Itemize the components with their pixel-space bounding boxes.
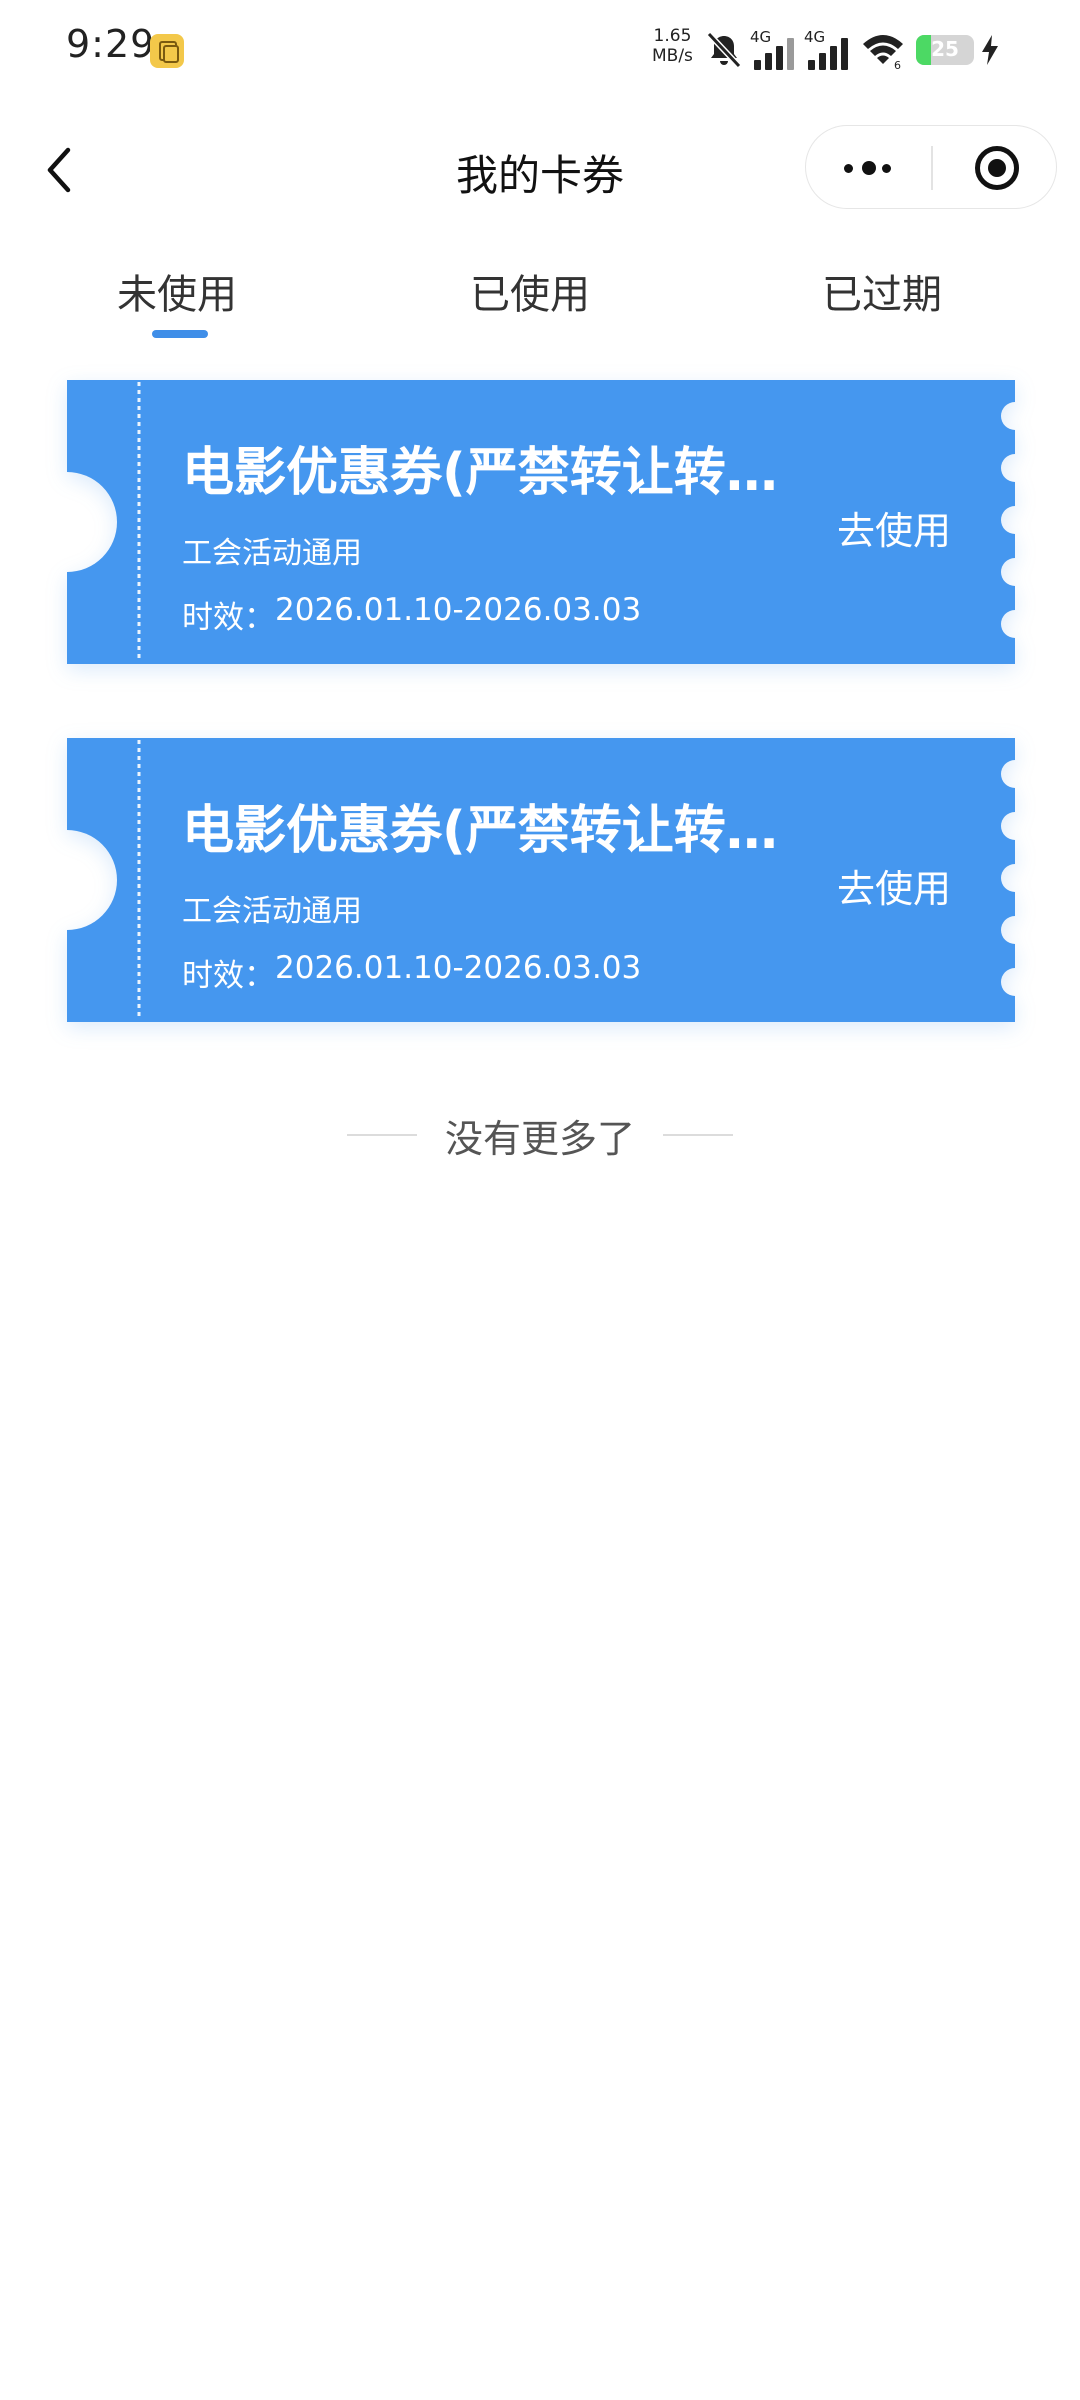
- nav-bar: 我的卡券: [0, 120, 1080, 220]
- validity-range: 2026.01.10-2026.03.03: [275, 592, 642, 628]
- battery-icon: 25: [916, 35, 974, 65]
- validity-label: 时效：: [182, 958, 275, 994]
- status-icons: 4G 4G 6 25: [700, 28, 1000, 72]
- coupon-scope: 工会活动通用: [182, 894, 362, 929]
- coupon-card[interactable]: 电影优惠券(严禁转让转卖) 工会活动通用 时效： 2026.01.10-2026…: [67, 738, 1015, 1022]
- wifi-label: 6: [894, 59, 901, 70]
- signal-label: 4G: [804, 28, 826, 46]
- coupon-validity: 时效： 2026.01.10-2026.03.03: [182, 950, 641, 995]
- more-dots-icon: [844, 160, 894, 176]
- status-bar: 9:29 1.65 MB/s 4G 4G 6 25: [0, 0, 1080, 100]
- coupon-card[interactable]: 电影优惠券(严禁转让转卖) 工会活动通用 时效： 2026.01.10-2026…: [67, 380, 1015, 664]
- more-button[interactable]: [806, 126, 931, 210]
- validity-label: 时效：: [182, 600, 275, 636]
- network-speed: 1.65 MB/s: [652, 26, 693, 66]
- app-notification-icon: [150, 34, 184, 68]
- tab-expired[interactable]: 已过期: [782, 262, 982, 320]
- coupon-title: 电影优惠券(严禁转让转卖): [182, 443, 787, 503]
- target-icon: [975, 146, 1019, 190]
- divider-line: [663, 1134, 733, 1136]
- status-time: 9:29: [66, 22, 156, 66]
- no-more-text: 没有更多了: [444, 1116, 635, 1161]
- signal-label: 4G: [750, 28, 772, 46]
- active-tab-indicator: [152, 330, 208, 338]
- divider-line: [346, 1134, 417, 1136]
- tab-unused[interactable]: 未使用: [77, 262, 277, 320]
- mini-program-capsule: [805, 125, 1057, 209]
- signal-strength-icon: 4G: [804, 28, 852, 72]
- validity-range: 2026.01.10-2026.03.03: [275, 950, 642, 986]
- network-speed-unit: MB/s: [652, 46, 693, 66]
- coupon-scope: 工会活动通用: [182, 536, 362, 571]
- use-coupon-button[interactable]: 去使用: [837, 500, 951, 555]
- battery-level: 25: [931, 37, 959, 61]
- tab-used[interactable]: 已使用: [430, 262, 630, 320]
- signal-strength-icon: 4G: [750, 28, 798, 72]
- coupon-validity: 时效： 2026.01.10-2026.03.03: [182, 592, 641, 637]
- coupon-status-tabs: 未使用 已使用 已过期: [0, 250, 1080, 350]
- bell-muted-icon: [706, 31, 742, 69]
- use-coupon-button[interactable]: 去使用: [837, 858, 951, 913]
- coupon-title: 电影优惠券(严禁转让转卖): [182, 801, 787, 861]
- charging-bolt-icon: [982, 35, 998, 65]
- end-of-list: 没有更多了: [0, 1105, 1080, 1165]
- close-mini-program-button[interactable]: [933, 126, 1058, 210]
- wifi-icon: 6: [863, 35, 903, 70]
- network-speed-value: 1.65: [653, 26, 692, 46]
